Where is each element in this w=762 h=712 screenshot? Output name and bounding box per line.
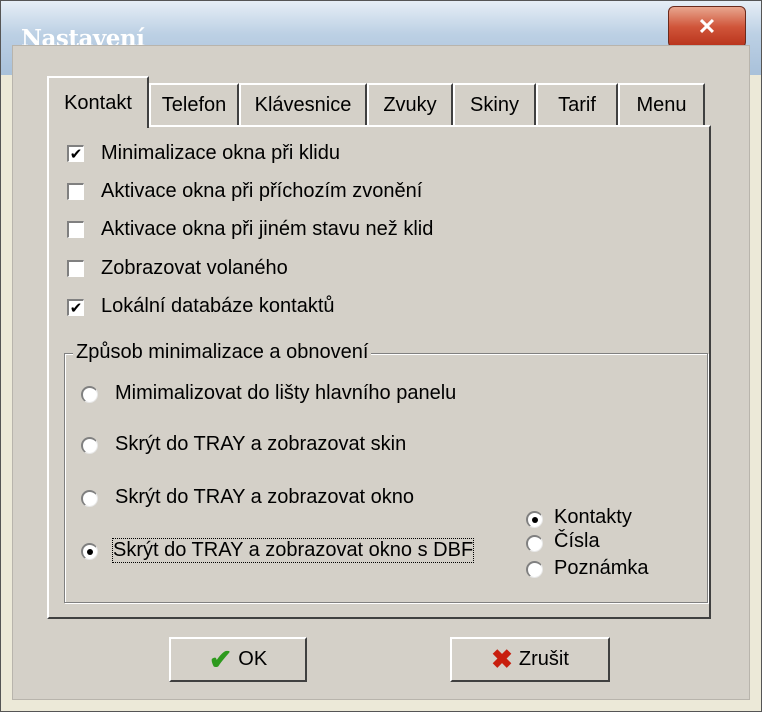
radio-minimalizovat-lista[interactable]: [81, 386, 98, 403]
close-icon: ✕: [697, 14, 717, 39]
cancel-label: Zrušit: [518, 648, 569, 670]
tab-zvuky[interactable]: Zvuky: [367, 83, 453, 125]
checkbox-aktivace-stav[interactable]: [67, 221, 84, 238]
radio-label: Poznámka: [554, 557, 649, 579]
checkmark-icon: ✔: [69, 299, 83, 317]
close-button[interactable]: ✕: [668, 6, 746, 48]
checkbox-label: Minimalizace okna při klidu: [101, 142, 340, 164]
checkbox-lokalni-databaze[interactable]: ✔: [67, 299, 84, 316]
checkbox-label: Lokální databáze kontaktů: [101, 295, 335, 317]
dialog-window: Nastavení ✕ Kontakt Telefon Klávesnice Z…: [0, 0, 762, 712]
radio-label: Kontakty: [554, 506, 632, 528]
radio-label: Skrýt do TRAY a zobrazovat okno: [115, 486, 415, 508]
cancel-button[interactable]: ✖ Zrušit: [450, 637, 610, 682]
tab-menu[interactable]: Menu: [618, 83, 705, 125]
checkmark-icon: ✔: [69, 145, 83, 163]
radio-dot: [87, 549, 93, 555]
tab-telefon[interactable]: Telefon: [149, 83, 239, 125]
tab-label: Menu: [636, 93, 687, 116]
radio-tray-skin[interactable]: [81, 437, 98, 454]
tab-tarif[interactable]: Tarif: [536, 83, 618, 125]
groupbox-title: Způsob minimalizace a obnovení: [73, 341, 372, 364]
tab-label: Tarif: [558, 93, 596, 116]
tab-klavesnice[interactable]: Klávesnice: [239, 83, 367, 125]
checkbox-aktivace-zvoneni[interactable]: [67, 183, 84, 200]
checkbox-minimalizace[interactable]: ✔: [67, 145, 84, 162]
x-icon: ✖: [491, 644, 513, 674]
radio-poznamka[interactable]: [526, 561, 543, 578]
checkbox-label: Aktivace okna při jiném stavu než klid: [101, 218, 434, 240]
tab-label: Zvuky: [383, 93, 437, 116]
radio-label: Mimimalizovat do lišty hlavního panelu: [115, 382, 457, 404]
radio-cisla[interactable]: [526, 535, 543, 552]
tab-label: Skiny: [470, 93, 519, 116]
tab-label: Telefon: [161, 93, 227, 116]
tab-skiny[interactable]: Skiny: [453, 83, 536, 125]
ok-label: OK: [238, 648, 268, 670]
radio-label: Skrýt do TRAY a zobrazovat skin: [115, 433, 407, 455]
checkbox-label: Aktivace okna při příchozím zvonění: [101, 180, 423, 202]
radio-label: Skrýt do TRAY a zobrazovat okno s DBF: [111, 538, 475, 563]
checkbox-zobrazovat-volaneho[interactable]: [67, 260, 84, 277]
checkbox-label: Zobrazovat volaného: [101, 257, 288, 279]
radio-label: Čísla: [554, 530, 600, 552]
radio-kontakty[interactable]: [526, 511, 543, 528]
checkmark-icon: ✔: [208, 644, 233, 675]
radio-tray-okno-dbf[interactable]: [81, 543, 98, 560]
tab-label: Kontakt: [64, 91, 132, 114]
ok-button[interactable]: ✔ OK: [169, 637, 307, 682]
tab-kontakt[interactable]: Kontakt: [47, 76, 149, 128]
radio-dot: [532, 517, 538, 523]
tab-label: Klávesnice: [254, 93, 352, 116]
radio-tray-okno[interactable]: [81, 490, 98, 507]
